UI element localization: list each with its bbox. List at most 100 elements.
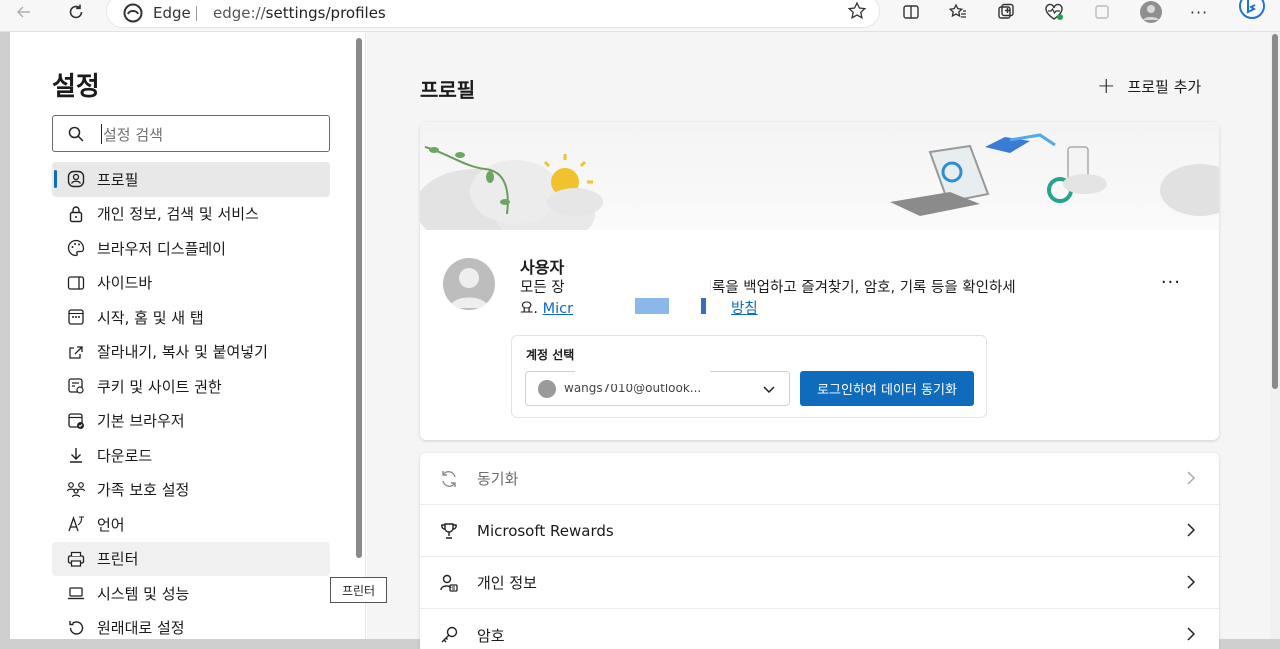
redaction-block xyxy=(575,354,710,384)
trophy-icon xyxy=(437,519,461,543)
sidebar-item-start-home[interactable]: 시작, 홈 및 새 탭 xyxy=(52,300,330,335)
page-title: 프로필 xyxy=(420,78,476,102)
sidebar-item-sidebar[interactable]: 사이드바 xyxy=(52,266,330,301)
chevron-right-icon xyxy=(1183,469,1199,491)
site-label: Edge xyxy=(153,4,191,22)
banner-illustration xyxy=(420,133,1219,245)
profile-icon xyxy=(66,169,86,189)
lock-icon xyxy=(66,204,86,224)
back-button[interactable] xyxy=(8,0,40,24)
microsoft-link[interactable]: Micr xyxy=(543,301,573,317)
plus-icon: + xyxy=(1097,74,1116,99)
text-cursor xyxy=(101,124,102,144)
text-selection-mark xyxy=(701,298,706,314)
row-label: Microsoft Rewards xyxy=(477,521,614,540)
ellipsis-icon: ··· xyxy=(1189,2,1209,22)
collections-icon xyxy=(998,3,1014,19)
sync-row[interactable]: 동기화 xyxy=(420,453,1219,505)
sidebar-item-label: 기본 브라우저 xyxy=(97,412,185,431)
heart-pulse-icon xyxy=(1045,3,1063,20)
split-screen-button[interactable] xyxy=(895,0,927,24)
chevron-right-icon xyxy=(1183,573,1199,595)
key-icon xyxy=(437,623,461,647)
active-indicator xyxy=(54,170,57,188)
url-text: edge://settings/profiles xyxy=(213,4,386,22)
home-grid-icon xyxy=(66,307,86,327)
main-scrollbar[interactable] xyxy=(1270,32,1280,639)
desc-text: 모든 장 xyxy=(520,280,565,296)
sidebar-item-languages[interactable]: 언어 xyxy=(52,507,330,542)
chevron-down-icon xyxy=(761,381,777,401)
family-icon xyxy=(66,480,86,500)
laptop-icon xyxy=(66,583,86,603)
sidebar-item-system[interactable]: 시스템 및 성능 xyxy=(52,576,330,611)
window-frame-left xyxy=(0,32,10,649)
sidebar-item-label: 사이드바 xyxy=(97,274,153,293)
add-profile-label: 프로필 추가 xyxy=(1127,78,1202,96)
favorites-button[interactable] xyxy=(942,0,974,24)
redaction-highlight xyxy=(635,298,669,314)
address-bar[interactable]: Edge edge://settings/profiles xyxy=(106,0,880,28)
sidebar-item-clipboard[interactable]: 잘라내기, 복사 및 붙여넣기 xyxy=(52,335,330,370)
printer-icon xyxy=(66,549,86,569)
profile-button[interactable] xyxy=(1135,0,1167,24)
search-icon xyxy=(67,125,85,147)
url-prefix: edge:// xyxy=(213,4,266,22)
refresh-button[interactable] xyxy=(60,0,92,24)
add-profile-button[interactable]: + 프로필 추가 xyxy=(1097,74,1201,99)
more-menu-button[interactable]: ··· xyxy=(1183,0,1215,24)
profile-settings-list: 동기화 Microsoft Rewards 개인 정보 암호 xyxy=(420,453,1219,649)
extension-button[interactable] xyxy=(1086,0,1118,24)
refresh-icon xyxy=(69,4,83,19)
default-browser-icon xyxy=(66,411,86,431)
sidebar-item-label: 가족 보호 설정 xyxy=(97,481,190,500)
extension-icon xyxy=(1095,5,1109,19)
sidebar-scrollbar[interactable] xyxy=(356,38,362,558)
collections-button[interactable] xyxy=(990,0,1022,24)
sidebar-item-label: 시스템 및 성능 xyxy=(97,584,190,603)
chevron-right-icon xyxy=(1183,625,1199,647)
share-icon xyxy=(66,342,86,362)
desc-text: 기록을 백업하고 즐겨찾기, 암호, 기록 등을 확인하세 xyxy=(698,280,1016,296)
browser-essentials-button[interactable] xyxy=(1038,0,1070,24)
row-label: 동기화 xyxy=(477,470,519,488)
sidebar-item-label: 원래대로 설정 xyxy=(97,619,185,638)
favorite-star-icon[interactable] xyxy=(847,1,867,25)
profile-more-button[interactable]: ··· xyxy=(1161,272,1181,293)
sidebar-item-label: 시작, 홈 및 새 탭 xyxy=(97,308,204,327)
sidebar-item-profile[interactable]: 프로필 xyxy=(52,162,330,197)
sidebar-icon xyxy=(66,273,86,293)
sidebar-item-label: 프로필 xyxy=(97,170,139,189)
sidebar-item-downloads[interactable]: 다운로드 xyxy=(52,438,330,473)
profile-banner xyxy=(420,122,1219,245)
browser-toolbar: Edge edge://settings/profiles ··· xyxy=(0,0,1280,32)
sidebar-item-label: 개인 정보, 검색 및 서비스 xyxy=(97,205,259,224)
sidebar-item-cookies[interactable]: 쿠키 및 사이트 권한 xyxy=(52,369,330,404)
sidebar-item-reset[interactable]: 원래대로 설정 xyxy=(52,611,330,646)
divider xyxy=(196,6,197,21)
row-label: 개인 정보 xyxy=(477,574,537,592)
sidebar-item-privacy[interactable]: 개인 정보, 검색 및 서비스 xyxy=(52,197,330,232)
sidebar-item-printers[interactable]: 프린터 xyxy=(52,541,330,576)
bing-icon xyxy=(1239,0,1265,19)
profile-avatar[interactable] xyxy=(443,258,495,310)
personal-info-row[interactable]: 개인 정보 xyxy=(420,557,1219,609)
sidebar-item-label: 브라우저 디스플레이 xyxy=(97,239,226,258)
sidebar-item-appearance[interactable]: 브라우저 디스플레이 xyxy=(52,231,330,266)
copilot-button[interactable] xyxy=(1236,0,1268,20)
chevron-right-icon xyxy=(1183,521,1199,543)
account-label: 계정 선택 xyxy=(526,348,575,362)
settings-search-input[interactable]: 설정 검색 xyxy=(52,115,330,152)
main-scrollbar-thumb[interactable] xyxy=(1272,34,1278,389)
sidebar-item-family[interactable]: 가족 보호 설정 xyxy=(52,473,330,508)
split-screen-icon xyxy=(903,5,919,19)
sidebar-item-default-browser[interactable]: 기본 브라우저 xyxy=(52,404,330,439)
sign-in-sync-button[interactable]: 로그인하여 데이터 동기화 xyxy=(800,371,974,406)
microsoft-rewards-row[interactable]: Microsoft Rewards xyxy=(420,505,1219,557)
passwords-row[interactable]: 암호 xyxy=(420,609,1219,649)
sidebar-item-label: 프린터 xyxy=(97,550,139,569)
language-icon xyxy=(66,514,86,534)
sidebar-item-label: 언어 xyxy=(97,515,125,534)
privacy-policy-link[interactable]: 방침 xyxy=(731,301,758,317)
row-label: 암호 xyxy=(477,626,505,645)
